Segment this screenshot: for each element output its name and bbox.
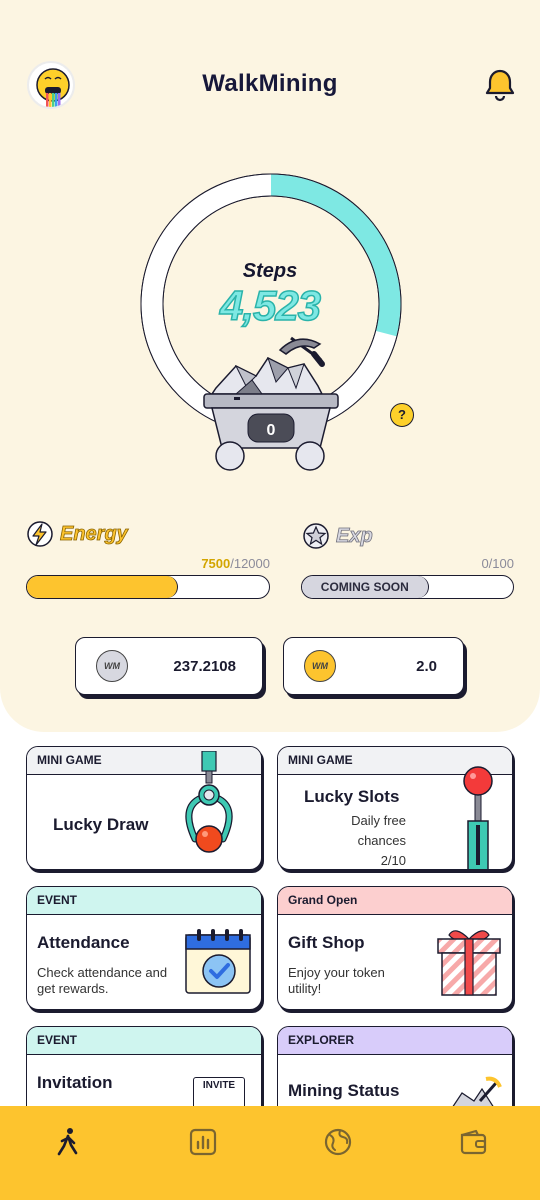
lucky-slots-card[interactable]: MINI GAME Lucky Slots Daily free chances…: [277, 746, 513, 870]
card-title: Gift Shop: [288, 933, 365, 952]
nav-explore[interactable]: [270, 1106, 405, 1200]
energy-header: Energy: [26, 520, 128, 548]
app-title: WalkMining: [202, 70, 338, 97]
chances-line-1: Daily free: [351, 813, 406, 828]
bar-chart-icon: [189, 1128, 216, 1156]
card-title: Lucky Slots: [304, 787, 400, 806]
card-desc: Daily free chances 2/10: [318, 811, 406, 869]
card-desc: Enjoy your token utility!: [288, 965, 385, 996]
steps-label: Steps: [242, 260, 298, 282]
claw-machine-icon: [185, 751, 233, 853]
wm-gold-value: 2.0: [416, 657, 437, 675]
attendance-card[interactable]: EVENT Attendance Check attendance and ge…: [26, 886, 262, 1010]
exp-header: Exp: [302, 522, 373, 550]
calendar-check-icon: [185, 929, 251, 994]
lucky-draw-card[interactable]: MINI GAME Lucky Draw: [26, 746, 262, 870]
help-button[interactable]: ?: [390, 403, 414, 427]
exp-coming-soon: COMING SOON: [302, 576, 429, 598]
energy-bar: [26, 575, 270, 599]
steps-count: 4,523: [219, 281, 322, 330]
globe-icon: [324, 1128, 351, 1156]
wm-gold-coin-icon: WM: [304, 650, 336, 682]
wm-silver-value: 237.2108: [173, 657, 236, 675]
nav-stats[interactable]: [135, 1106, 270, 1200]
notification-button[interactable]: [484, 68, 516, 102]
energy-max: /12000: [230, 556, 270, 571]
chances-line-2: chances: [357, 833, 406, 848]
mining-cart-icon[interactable]: [196, 328, 346, 478]
card-tag: Grand Open: [278, 887, 512, 915]
wm-silver-coin-icon: WM: [96, 650, 128, 682]
chances-count: 2/10: [380, 853, 406, 868]
energy-label: Energy: [60, 522, 129, 545]
energy-current: 7500: [201, 556, 231, 571]
walking-person-icon: [57, 1128, 77, 1156]
star-badge-icon: [303, 523, 329, 549]
nav-wallet[interactable]: [405, 1106, 540, 1200]
nav-walk[interactable]: [0, 1106, 135, 1200]
wallet-icon: [460, 1129, 486, 1155]
card-tag: EVENT: [27, 887, 261, 915]
card-title: Invitation: [37, 1073, 113, 1092]
lightning-icon: [27, 521, 53, 547]
bell-icon: [485, 69, 515, 102]
cart-count: 0: [266, 422, 276, 439]
exp-bar: COMING SOON: [301, 575, 514, 599]
bottom-nav: [0, 1106, 540, 1200]
energy-bar-fill: [27, 576, 179, 598]
card-tag: EVENT: [27, 1027, 261, 1055]
slot-lever-icon: [463, 766, 493, 869]
gift-shop-card[interactable]: Grand Open Gift Shop Enjoy your token ut…: [277, 886, 513, 1010]
exp-label: Exp: [336, 524, 373, 547]
card-tag: EXPLORER: [278, 1027, 512, 1055]
energy-values: 7500/12000: [130, 556, 270, 571]
wm-gold-balance[interactable]: WM 2.0: [283, 637, 464, 695]
card-title: Lucky Draw: [53, 815, 149, 834]
gift-box-icon: [437, 930, 501, 996]
exp-values: 0/100: [481, 556, 514, 571]
wm-silver-balance[interactable]: WM 237.2108: [75, 637, 263, 695]
card-title: Attendance: [37, 933, 130, 952]
card-title: Mining Status: [288, 1081, 400, 1100]
card-desc: Check attendance and get rewards.: [37, 965, 168, 996]
